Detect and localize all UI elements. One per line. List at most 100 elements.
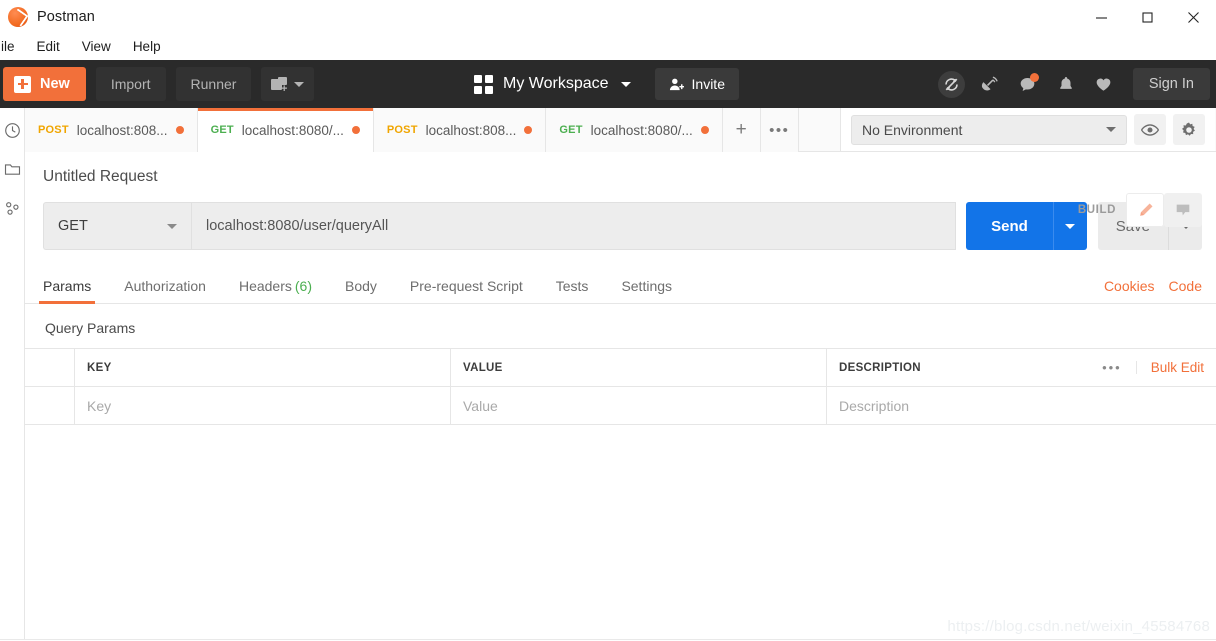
heart-icon (1097, 78, 1111, 91)
row-checkbox-cell[interactable] (25, 387, 75, 424)
minimize-icon[interactable] (1078, 0, 1124, 34)
column-description-cell: DESCRIPTION ••• Bulk Edit (827, 349, 1216, 386)
url-bar: GET localhost:8080/user/queryAll Send (25, 202, 1216, 250)
tab-method: POST (386, 124, 418, 136)
new-button[interactable]: New (3, 67, 86, 101)
header-checkbox-cell (25, 349, 75, 386)
request-tab[interactable]: GET localhost:8080/... (546, 108, 723, 152)
cookies-link[interactable]: Cookies (1104, 278, 1155, 303)
sidebar-item-apis[interactable] (4, 200, 21, 217)
unsaved-dot (524, 126, 533, 134)
environment-quick-look-button[interactable] (1134, 114, 1166, 145)
favorites-button[interactable] (1087, 67, 1121, 101)
tab-authorization[interactable]: Authorization (124, 278, 206, 303)
left-rail (0, 108, 25, 641)
page-title: Untitled Request (43, 168, 158, 185)
new-window-button[interactable]: + (261, 67, 315, 101)
body-wrapper: POST localhost:808... GET localhost:8080… (0, 108, 1216, 641)
chevron-down-icon (620, 81, 631, 87)
tab-pre-request-script[interactable]: Pre-request Script (410, 278, 523, 303)
environment-bar: No Environment (840, 108, 1215, 152)
invite-label: Invite (691, 76, 725, 92)
tab-headers-label: Headers (238, 278, 292, 294)
param-value-input[interactable]: Value (451, 387, 827, 424)
postman-window: Postman ile Edit View Help New Import Ru… (0, 0, 1216, 641)
tab-label: localhost:8080/... (590, 122, 693, 138)
sign-in-button[interactable]: Sign In (1132, 68, 1210, 100)
request-tab-active[interactable]: GET localhost:8080/... (197, 108, 374, 152)
sync-off-button[interactable] (935, 67, 969, 101)
menu-bar: ile Edit View Help (0, 34, 1216, 60)
grid-icon (474, 74, 493, 94)
gear-icon (1181, 121, 1195, 136)
param-description-placeholder: Description (839, 397, 910, 414)
chevron-down-icon (167, 223, 177, 229)
code-link[interactable]: Code (1169, 278, 1202, 303)
method-select[interactable]: GET (43, 202, 191, 250)
menu-file[interactable]: ile (0, 34, 26, 60)
tab-tests[interactable]: Tests (556, 278, 589, 303)
bell-icon (1059, 76, 1072, 89)
param-value-placeholder: Value (463, 397, 498, 414)
request-header: Untitled Request (25, 152, 1216, 202)
unsaved-dot (351, 126, 360, 134)
new-tab-button[interactable]: + (722, 108, 761, 152)
environment-bar-wrap: No Environment (840, 108, 1216, 152)
close-icon[interactable] (1170, 0, 1216, 34)
send-button[interactable]: Send (966, 202, 1053, 250)
person-add-icon (669, 78, 684, 90)
table-actions: ••• Bulk Edit (1088, 360, 1204, 375)
environment-select[interactable]: No Environment (851, 114, 1127, 145)
tab-method: POST (38, 124, 69, 136)
request-tab[interactable]: POST localhost:808... (373, 108, 547, 152)
tab-settings[interactable]: Settings (621, 278, 672, 303)
comments-button[interactable] (1164, 193, 1202, 227)
invite-button[interactable]: Invite (654, 68, 739, 100)
import-button[interactable]: Import (95, 67, 166, 101)
column-description: DESCRIPTION (839, 361, 921, 374)
tab-label: localhost:808... (76, 122, 168, 138)
table-more-button[interactable]: ••• (1088, 361, 1137, 374)
maximize-icon[interactable] (1124, 0, 1170, 34)
param-key-input[interactable]: Key (75, 387, 451, 424)
eye-icon (1141, 123, 1159, 136)
url-input[interactable]: localhost:8080/user/queryAll (191, 202, 957, 250)
bulk-edit-button[interactable]: Bulk Edit (1137, 360, 1204, 375)
environment-settings-button[interactable] (1173, 114, 1205, 145)
menu-edit[interactable]: Edit (26, 34, 71, 60)
tab-params[interactable]: Params (38, 278, 96, 304)
tab-label: localhost:808... (425, 122, 517, 138)
comment-button[interactable] (1011, 67, 1045, 101)
tab-pre-request-script-label: Pre-request Script (409, 278, 523, 294)
sync-off-icon (938, 70, 966, 98)
param-description-input[interactable]: Description (827, 387, 1216, 424)
notifications-button[interactable] (1049, 67, 1083, 101)
query-params-table: KEY VALUE DESCRIPTION ••• Bulk Edit Key … (25, 348, 1216, 425)
request-tabs: POST localhost:808... GET localhost:8080… (25, 108, 799, 152)
edit-request-button[interactable] (1126, 193, 1164, 227)
runner-button[interactable]: Runner (175, 67, 252, 101)
workspace-name: My Workspace (503, 75, 609, 92)
menu-help[interactable]: Help (122, 34, 172, 60)
sidebar-item-history[interactable] (4, 122, 21, 139)
tab-headers[interactable]: Headers (6) (239, 278, 312, 303)
headers-count: (6) (294, 278, 312, 294)
tab-body[interactable]: Body (345, 278, 377, 303)
sidebar-item-collections[interactable] (4, 161, 21, 178)
method-value: GET (58, 218, 88, 234)
tab-body-label: Body (345, 278, 377, 294)
param-key-placeholder: Key (87, 397, 112, 414)
comment-square-icon (1176, 204, 1190, 216)
new-button-label: New (40, 76, 70, 92)
title-bar: Postman (0, 0, 1216, 34)
main-toolbar: New Import Runner + My Workspace Invite … (0, 60, 1216, 108)
tabs-more-button[interactable]: ••• (760, 108, 799, 152)
toolbar-right-icons: Sign In (935, 67, 1210, 101)
menu-view[interactable]: View (71, 34, 122, 60)
satellite-dish-button[interactable] (973, 67, 1007, 101)
table-header-row: KEY VALUE DESCRIPTION ••• Bulk Edit (25, 349, 1216, 387)
tab-authorization-label: Authorization (124, 278, 206, 294)
url-value: localhost:8080/user/queryAll (206, 218, 389, 234)
request-tab[interactable]: POST localhost:808... (25, 108, 198, 152)
workspace-selector[interactable]: My Workspace Invite (474, 68, 739, 100)
